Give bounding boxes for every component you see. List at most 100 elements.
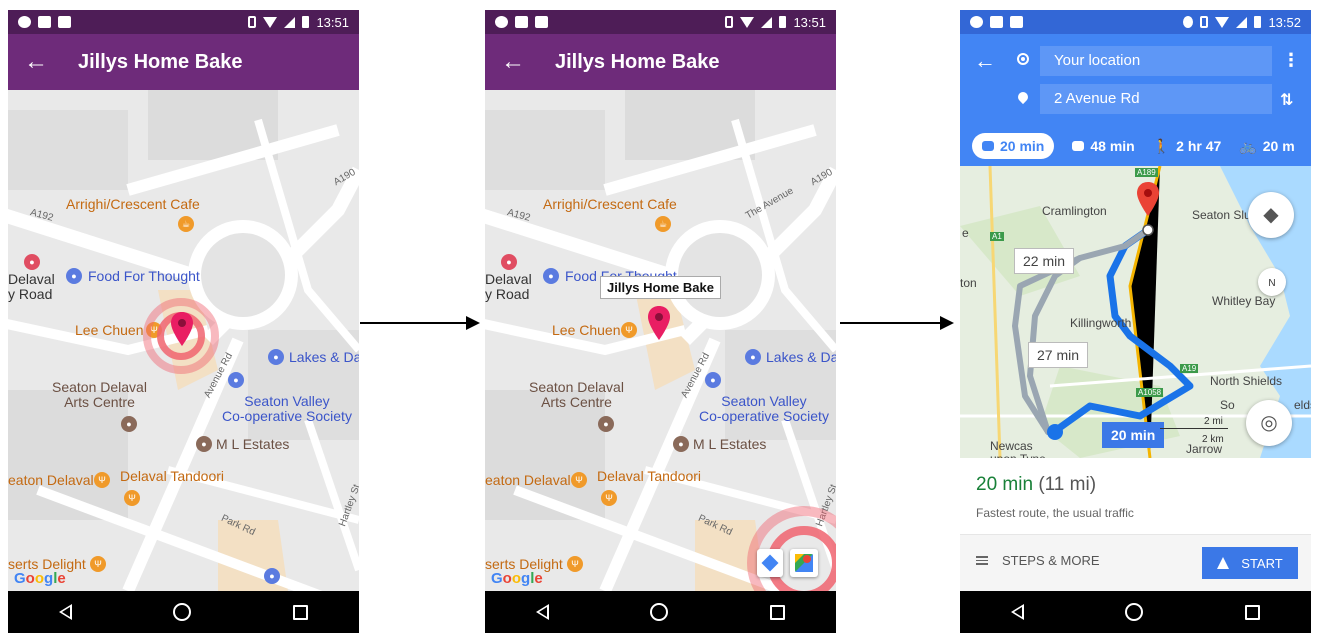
- map-view[interactable]: A192 A190 Avenue Rd Park Rd Hartley St A…: [8, 90, 359, 591]
- place-label: Whitley Bay: [1212, 294, 1276, 308]
- street-label: Delaval y Road: [485, 271, 532, 302]
- mode-cycling[interactable]: 🚲 20 m: [1239, 138, 1294, 155]
- start-button[interactable]: START: [1202, 547, 1298, 579]
- back-nav-icon[interactable]: [58, 604, 72, 620]
- marker-info-window[interactable]: Jillys Home Bake: [600, 276, 721, 299]
- my-location-icon: ◎: [1260, 412, 1278, 434]
- shop-icon[interactable]: ●: [745, 349, 761, 365]
- place-label: ton: [960, 276, 977, 290]
- poi-label: Arrighi/Crescent Cafe: [66, 196, 200, 212]
- theatre-icon[interactable]: ●: [121, 416, 137, 432]
- mode-walking[interactable]: 🚶 2 hr 47: [1153, 138, 1222, 155]
- scale-miles: 2 mi: [1204, 416, 1223, 427]
- app-bar: ← Jillys Home Bake: [485, 34, 836, 90]
- cart-icon[interactable]: ●: [705, 372, 721, 388]
- restaurant-icon[interactable]: Ψ: [94, 472, 110, 488]
- cart-icon[interactable]: ●: [228, 372, 244, 388]
- place-label: Newcas upon Tyne: [990, 439, 1046, 459]
- restaurant-icon[interactable]: Ψ: [621, 322, 637, 338]
- poi-label: Seaton Valley Co-operative Society: [699, 393, 829, 424]
- wifi-icon: [740, 16, 755, 28]
- car-icon: [982, 141, 994, 151]
- image-icon: [38, 16, 51, 28]
- image-icon: [990, 16, 1003, 28]
- vibrate-icon: [725, 16, 734, 28]
- steps-and-more-button[interactable]: STEPS & MORE: [976, 553, 1100, 568]
- poi-label: eaton Delaval: [485, 472, 571, 488]
- more-vert-icon[interactable]: ⋮: [1282, 50, 1300, 71]
- estate-agent-icon[interactable]: ●: [196, 436, 212, 452]
- restaurant-icon[interactable]: Ψ: [124, 490, 140, 506]
- cafe-icon[interactable]: ☕: [655, 216, 671, 232]
- route-time-selected[interactable]: 20 min: [1102, 422, 1165, 448]
- back-nav-icon[interactable]: [535, 604, 549, 620]
- page-title: Jillys Home Bake: [555, 50, 720, 73]
- origin-dot-icon: [1017, 53, 1029, 65]
- restaurant-icon[interactable]: Ψ: [90, 556, 106, 572]
- estate-agent-icon[interactable]: ●: [673, 436, 689, 452]
- recents-nav-icon[interactable]: [1245, 604, 1261, 620]
- back-nav-icon[interactable]: [1010, 604, 1024, 620]
- location-pin-icon[interactable]: [171, 312, 193, 346]
- shop-icon[interactable]: ●: [66, 268, 82, 284]
- location-pin-icon[interactable]: [648, 306, 670, 340]
- theatre-icon[interactable]: ●: [598, 416, 614, 432]
- shop-icon[interactable]: ●: [543, 268, 559, 284]
- location-icon: [1183, 16, 1194, 28]
- recents-nav-icon[interactable]: [770, 604, 786, 620]
- arrow-left-icon[interactable]: ←: [974, 48, 996, 74]
- battery-icon: [779, 16, 787, 28]
- route-time-alt-2[interactable]: 27 min: [1028, 342, 1089, 368]
- clock: 13:51: [793, 14, 826, 30]
- arrow-left-icon[interactable]: ←: [8, 34, 64, 90]
- travel-mode-tabs: 20 min 48 min 🚶 2 hr 47 🚲 20 m: [960, 126, 1311, 166]
- route-summary-panel: 20 min (11 mi) Fastest route, the usual …: [960, 458, 1311, 591]
- restaurant-icon[interactable]: Ψ: [567, 556, 583, 572]
- destination-field[interactable]: 2 Avenue Rd: [1040, 84, 1272, 114]
- road-shield: A189: [1135, 168, 1158, 177]
- home-nav-icon[interactable]: [173, 603, 192, 621]
- place-label: North Shields: [1210, 374, 1283, 388]
- swap-icon[interactable]: ⇅: [1280, 90, 1293, 110]
- clock: 13:52: [1268, 14, 1301, 30]
- route-map[interactable]: Cramlington Seaton Sluice Whitley Bay Ki…: [960, 166, 1311, 458]
- poi-label: Delaval Tandoori: [120, 468, 225, 484]
- restaurant-icon[interactable]: Ψ: [601, 490, 617, 506]
- shop-icon[interactable]: ●: [264, 568, 280, 584]
- mode-driving[interactable]: 20 min: [972, 133, 1055, 159]
- recents-nav-icon[interactable]: [293, 604, 309, 620]
- my-location-button[interactable]: ◎: [1246, 400, 1292, 446]
- origin-field[interactable]: Your location: [1040, 46, 1272, 76]
- arrow-left-icon[interactable]: ←: [485, 34, 541, 90]
- restaurant-icon[interactable]: Ψ: [571, 472, 587, 488]
- shop-icon[interactable]: ●: [501, 254, 517, 270]
- notification-icon: [970, 16, 983, 28]
- open-in-maps-button[interactable]: [790, 549, 818, 577]
- photo-icon: [535, 16, 548, 28]
- map-view[interactable]: A192 A190 The Avenue Avenue Rd Park Rd H…: [485, 90, 836, 591]
- poi-label: Lakes & Dal: [766, 349, 836, 365]
- place-label: e: [962, 226, 969, 240]
- route-note: Fastest route, the usual traffic: [976, 506, 1134, 520]
- home-nav-icon[interactable]: [650, 603, 669, 621]
- place-label: Cramlington: [1042, 204, 1107, 218]
- status-bar: 13:51: [8, 10, 359, 34]
- shop-icon[interactable]: ●: [24, 254, 40, 270]
- shop-icon[interactable]: ●: [268, 349, 284, 365]
- vibrate-icon: [248, 16, 257, 28]
- home-nav-icon[interactable]: [1125, 603, 1144, 621]
- poi-label: eaton Delaval: [8, 472, 94, 488]
- status-bar: 13:51: [485, 10, 836, 34]
- cafe-icon[interactable]: ☕: [178, 216, 194, 232]
- mode-transit[interactable]: 48 min: [1072, 138, 1135, 154]
- page-title: Jillys Home Bake: [78, 50, 243, 73]
- place-label: So: [1220, 398, 1235, 412]
- layers-button[interactable]: ◆: [1248, 192, 1294, 238]
- compass-button[interactable]: N: [1258, 268, 1286, 296]
- poi-label: Arrighi/Crescent Cafe: [543, 196, 677, 212]
- phone-screen-3: 13:52 ← Your location 2 Avenue Rd ⋮ ⇅ 20…: [960, 10, 1311, 633]
- poi-label: Delaval Tandoori: [597, 468, 702, 484]
- poi-label: Lee Chuen: [75, 322, 144, 338]
- directions-button[interactable]: [757, 549, 783, 577]
- route-time-alt-1[interactable]: 22 min: [1014, 248, 1075, 274]
